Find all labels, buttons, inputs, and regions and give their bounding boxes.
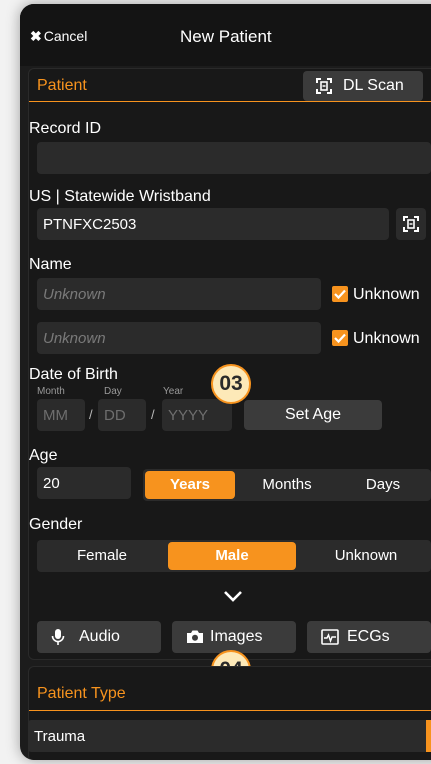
age-unit-months[interactable]: Months [241,469,333,501]
age-unit-selector: Years Months Days [143,469,431,501]
dl-scan-button[interactable]: DL Scan [303,71,423,101]
step-callout: 03 [211,364,251,404]
dob-year-field[interactable]: YYYY [162,399,232,431]
ecgs-label: ECGs [347,628,390,645]
wristband-scan-button[interactable] [396,208,426,240]
last-name-unknown-checkbox[interactable] [332,330,348,346]
microphone-icon [51,629,65,650]
dob-separator: / [89,407,93,422]
last-name-unknown-label: Unknown [353,330,420,347]
record-id-label: Record ID [29,120,102,137]
last-name-field[interactable]: Unknown [37,322,321,354]
dob-label: Date of Birth [29,366,118,383]
scan-icon [315,77,333,95]
scan-icon [402,215,420,233]
dob-month-field[interactable]: MM [37,399,85,431]
gender-selector: Female Male Unknown [37,540,431,572]
record-id-field[interactable] [37,142,431,174]
camera-icon [186,629,204,649]
images-button[interactable]: Images [172,621,296,653]
cancel-button[interactable]: ✖ Cancel [30,28,87,45]
gender-male[interactable]: Male [168,542,296,570]
dropdown-icon [426,720,431,752]
patient-type-label: Patient Type [37,685,126,702]
age-unit-years[interactable]: Years [145,471,235,499]
dob-separator: / [151,407,155,422]
patient-type-header: Patient Type [29,667,431,711]
first-name-field[interactable]: Unknown [37,278,321,310]
ecgs-button[interactable]: ECGs [307,621,431,653]
images-label: Images [210,628,263,645]
ecg-icon [321,629,339,650]
age-unit-days[interactable]: Days [337,469,429,501]
gender-label: Gender [29,516,83,533]
chevron-down-icon[interactable] [222,589,244,608]
age-label: Age [29,447,58,464]
dob-year-label: Year [163,386,184,397]
cancel-label: Cancel [43,28,88,44]
dl-scan-label: DL Scan [343,77,404,94]
set-age-button[interactable]: Set Age [244,400,382,430]
close-icon: ✖ [30,28,42,44]
name-label: Name [29,256,72,273]
first-name-unknown-checkbox[interactable] [332,286,348,302]
age-field[interactable]: 20 [37,467,131,499]
dob-day-label: Day [104,386,122,397]
navigation-bar: ✖ Cancel New Patient [20,4,431,66]
first-name-unknown-label: Unknown [353,286,420,303]
wristband-label: US | Statewide Wristband [29,188,211,205]
patient-section-label: Patient [37,77,87,94]
patient-type-select[interactable]: Trauma [28,720,431,752]
wristband-field[interactable]: PTNFXC2503 [37,208,389,240]
dob-day-field[interactable]: DD [98,399,146,431]
audio-button[interactable]: Audio [37,621,161,653]
gender-unknown[interactable]: Unknown [301,540,431,572]
patient-type-value: Trauma [34,728,86,745]
gender-female[interactable]: Female [37,540,167,572]
page-title: New Patient [180,27,272,46]
app-screen: ✖ Cancel New Patient Patient DL Scan Reco… [20,4,431,760]
audio-label: Audio [79,628,120,645]
dob-month-label: Month [37,386,65,397]
